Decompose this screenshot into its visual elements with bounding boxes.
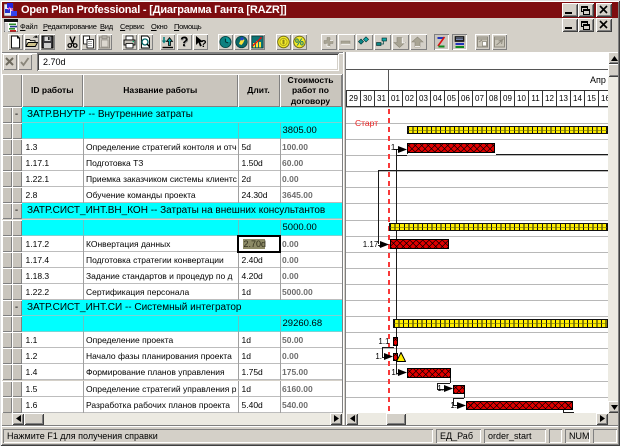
svg-text:?: ? [200,39,206,49]
svg-text:%: % [295,38,304,49]
svg-text:?: ? [180,35,188,49]
